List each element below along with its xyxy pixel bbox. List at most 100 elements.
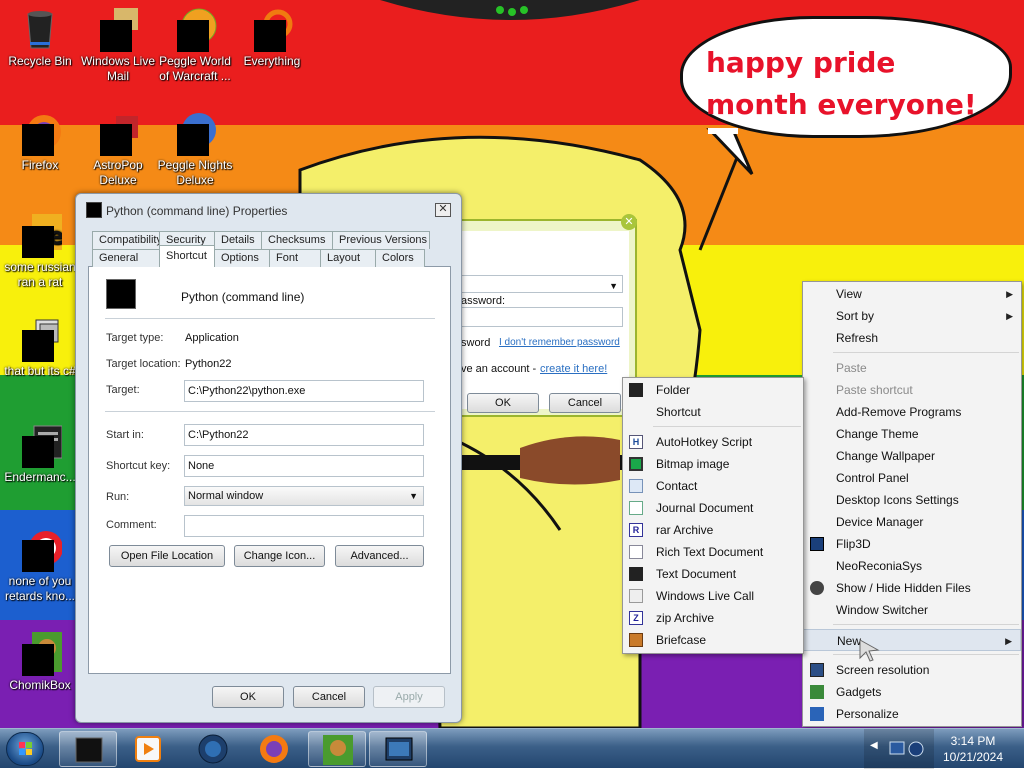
chomikbox-icon [18, 632, 62, 676]
target-field[interactable]: C:\Python22\python.exe [184, 380, 424, 402]
shortcut-key-field[interactable]: None [184, 455, 424, 477]
desktop-icon-everything[interactable]: Everything [232, 8, 312, 69]
desktop-icon-label: ChomikBox [9, 678, 71, 692]
new-item-briefcase[interactable]: Briefcase [623, 629, 803, 651]
menu-item-refresh[interactable]: Refresh [803, 327, 1021, 349]
menu-item-flip3d[interactable]: Flip3D [803, 533, 1021, 555]
password-field[interactable] [457, 307, 623, 327]
desktop-icon-firefox[interactable]: Firefox [0, 112, 80, 173]
remember-label: sword [461, 337, 491, 349]
menu-item-control-panel[interactable]: Control Panel [803, 467, 1021, 489]
new-item-rar-archive[interactable]: R rar Archive [623, 519, 803, 541]
menu-item-desktop-icons-settings[interactable]: Desktop Icons Settings [803, 489, 1021, 511]
menu-item-new[interactable]: New ▶ [803, 629, 1021, 651]
menu-item-device-manager[interactable]: Device Manager [803, 511, 1021, 533]
tab-font[interactable]: Font [269, 249, 321, 267]
divider [105, 411, 435, 412]
apply-button[interactable]: Apply [373, 686, 445, 708]
change-icon-button[interactable]: Change Icon... [234, 545, 325, 567]
menu-item-change-wallpaper[interactable]: Change Wallpaper [803, 445, 1021, 467]
run-select[interactable]: Normal window ▼ [184, 486, 424, 506]
desktop-context-menu: View ▶ Sort by ▶ Refresh Paste Paste short… [802, 281, 1022, 727]
close-icon[interactable]: ✕ [435, 203, 451, 217]
new-item-bitmap-image[interactable]: Bitmap image [623, 453, 803, 475]
account-select[interactable]: ▼ [457, 275, 623, 293]
start-button[interactable] [6, 732, 44, 766]
taskbar-button-firefox[interactable] [245, 731, 303, 767]
menu-item-personalize[interactable]: Personalize [803, 703, 1021, 725]
rar-icon: R [629, 523, 643, 537]
chevron-down-icon: ▼ [409, 491, 418, 501]
clock[interactable]: 3:14 PM 10/21/2024 [930, 733, 1016, 765]
tab-colors[interactable]: Colors [375, 249, 425, 267]
open-file-location-button[interactable]: Open File Location [109, 545, 225, 567]
tab-layout[interactable]: Layout [320, 249, 376, 267]
desktop-icon-endermanc[interactable]: Endermanc... [0, 424, 80, 485]
personalize-icon [810, 707, 824, 721]
desktop-icon-none-of-you[interactable]: none of you retards kno... [0, 528, 80, 604]
cancel-button[interactable]: Cancel [293, 686, 365, 708]
desktop-icon-astropop[interactable]: AstroPop Deluxe [78, 112, 158, 188]
desktop-icon-label: Endermanc... [4, 470, 76, 484]
app-icon [18, 528, 63, 572]
desktop-icon-recycle-bin[interactable]: Recycle Bin [0, 8, 80, 69]
tab-details[interactable]: Details [214, 231, 262, 249]
taskbar-button-chomikbox[interactable] [308, 731, 366, 767]
new-item-text-document[interactable]: Text Document [623, 563, 803, 585]
menu-item-paste-shortcut[interactable]: Paste shortcut [803, 379, 1021, 401]
taskbar-button-globe[interactable] [184, 731, 242, 767]
start-in-field[interactable]: C:\Python22 [184, 424, 424, 446]
tab-previous-versions[interactable]: Previous Versions [332, 231, 430, 249]
new-item-shortcut[interactable]: Shortcut [623, 401, 803, 423]
taskbar-button-media-player[interactable] [120, 731, 178, 767]
tray-icons[interactable] [888, 738, 928, 760]
create-account-link[interactable]: create it here! [540, 363, 607, 375]
menu-item-add-remove-programs[interactable]: Add-Remove Programs [803, 401, 1021, 423]
text-document-icon [629, 567, 643, 581]
desktop-icon-c-sharp[interactable]: that but its c# [0, 318, 80, 379]
taskbar-button-window[interactable] [369, 731, 427, 767]
new-item-autohotkey-script[interactable]: H AutoHotkey Script [623, 431, 803, 453]
tab-row-1: Compatibility Security Details Checksums… [92, 231, 430, 249]
desktop-icon-peggle-nights[interactable]: Peggle Nights Deluxe [155, 112, 235, 188]
menu-item-change-theme[interactable]: Change Theme [803, 423, 1021, 445]
desktop-icon-windows-live-mail[interactable]: Windows Live Mail [78, 8, 158, 84]
taskbar-button-terminal[interactable] [59, 731, 117, 767]
window-title: Python (command line) Properties [106, 204, 288, 218]
ok-button[interactable]: OK [212, 686, 284, 708]
comment-field[interactable] [184, 515, 424, 537]
login-ok-button[interactable]: OK [467, 393, 539, 413]
tab-checksums[interactable]: Checksums [261, 231, 333, 249]
forgot-password-link[interactable]: I don't remember password [499, 337, 620, 348]
new-item-windows-live-call[interactable]: Windows Live Call [623, 585, 803, 607]
menu-item-paste[interactable]: Paste [803, 357, 1021, 379]
tab-shortcut[interactable]: Shortcut [159, 245, 215, 267]
menu-item-sort-by[interactable]: Sort by ▶ [803, 305, 1021, 327]
login-close-icon[interactable]: ✕ [621, 214, 637, 230]
login-cancel-button[interactable]: Cancel [549, 393, 621, 413]
tab-general[interactable]: General [92, 249, 160, 267]
system-tray: ◀ [864, 729, 934, 769]
mail-icon [96, 8, 140, 52]
menu-item-view[interactable]: View ▶ [803, 283, 1021, 305]
tray-expand-icon[interactable]: ◀ [870, 740, 878, 751]
new-item-journal-document[interactable]: Journal Document [623, 497, 803, 519]
menu-item-screen-resolution[interactable]: Screen resolution [803, 659, 1021, 681]
new-item-contact[interactable]: Contact [623, 475, 803, 497]
menu-item-show-hide-hidden-files[interactable]: Show / Hide Hidden Files [803, 577, 1021, 599]
desktop-icon-russian-rat[interactable]: e some russian ran a rat [0, 214, 80, 290]
new-item-rich-text-document[interactable]: Rich Text Document [623, 541, 803, 563]
clock-time: 3:14 PM [950, 734, 996, 748]
menu-item-gadgets[interactable]: Gadgets [803, 681, 1021, 703]
new-item-folder[interactable]: Folder [623, 379, 803, 401]
menu-item-window-switcher[interactable]: Window Switcher [803, 599, 1021, 621]
properties-titlebar[interactable]: Python (command line) Properties ✕ [76, 194, 461, 224]
advanced-button[interactable]: Advanced... [335, 545, 424, 567]
menu-item-neoreconiasys[interactable]: NeoReconiaSys [803, 555, 1021, 577]
tab-compatibility[interactable]: Compatibility [92, 231, 162, 249]
tab-options[interactable]: Options [214, 249, 270, 267]
desktop-icon-peggle-wow[interactable]: Peggle World of Warcraft ... [155, 8, 235, 84]
desktop-icon-chomikbox[interactable]: ChomikBox [0, 632, 80, 693]
new-item-zip-archive[interactable]: Z zip Archive [623, 607, 803, 629]
briefcase-icon [629, 633, 643, 647]
